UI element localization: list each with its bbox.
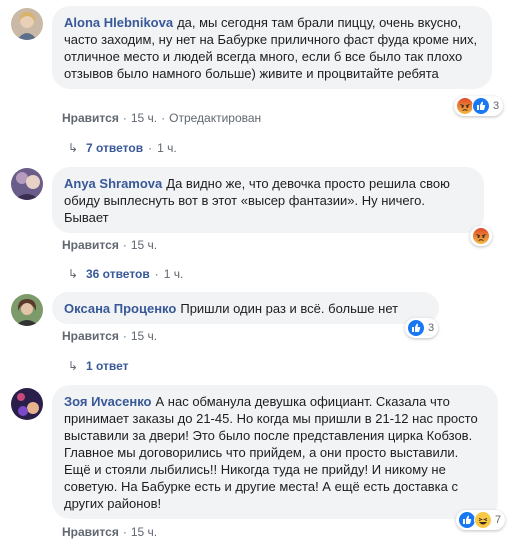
timestamp[interactable]: 15 ч.: [131, 111, 157, 125]
reaction-summary[interactable]: 7: [456, 510, 506, 530]
replies-count[interactable]: 1 ответ: [86, 359, 129, 373]
replies-link[interactable]: ↳ 36 ответов · 1 ч.: [68, 266, 183, 282]
replies-time: 1 ч.: [157, 141, 177, 155]
avatar[interactable]: [11, 168, 43, 200]
comment-bubble: Anya Shramova Да видно же, что девочка пр…: [52, 167, 484, 233]
comment-bubble: Зоя Иvaсенко А нас обманула девушка офици…: [52, 385, 498, 519]
reply-arrow-icon: ↳: [68, 359, 79, 373]
comment-bubble: Alona Hlebnikova да, мы сегодня там брали…: [52, 6, 492, 89]
timestamp[interactable]: 15 ч.: [131, 329, 157, 343]
replies-link[interactable]: ↳ 1 ответ: [68, 358, 129, 374]
replies-count[interactable]: 36 ответов: [86, 267, 150, 281]
avatar[interactable]: [11, 388, 43, 420]
comment-author[interactable]: Anya Shramova: [64, 176, 162, 191]
haha-icon: [474, 511, 492, 529]
comment-actions: Нравится · 15 ч.: [62, 525, 158, 539]
like-link[interactable]: Нравится: [62, 111, 119, 125]
comment-bubble: Оксана Проценко Пришли один раз и всё. бо…: [52, 292, 439, 324]
comment-actions: Нравится · 15 ч.: [62, 329, 158, 343]
reply-arrow-icon: ↳: [68, 267, 79, 281]
comment-author[interactable]: Alona Hlebnikova: [64, 15, 173, 30]
comment-text: Пришли один раз и всё. больше нет: [180, 301, 399, 316]
replies-link[interactable]: ↳ 7 ответов · 1 ч.: [68, 140, 177, 156]
like-icon: [472, 97, 490, 115]
replies-count[interactable]: 7 ответов: [86, 141, 143, 155]
timestamp[interactable]: 15 ч.: [131, 238, 157, 252]
comment-author[interactable]: Оксана Проценко: [64, 301, 176, 316]
comment-actions: Нравится · 15 ч.: [62, 238, 158, 252]
angry-icon: [472, 227, 490, 245]
reaction-count: 3: [493, 100, 500, 112]
comment-actions: Нравится · 15 ч. · Отредактирован: [62, 111, 262, 125]
reaction-count: 3: [428, 322, 435, 334]
reaction-count: 7: [495, 514, 502, 526]
timestamp[interactable]: 15 ч.: [131, 525, 157, 539]
avatar[interactable]: [11, 294, 43, 326]
replies-time: 1 ч.: [163, 267, 184, 281]
reaction-summary[interactable]: 3: [405, 318, 439, 338]
like-link[interactable]: Нравится: [62, 525, 119, 539]
avatar[interactable]: [11, 8, 43, 40]
reply-arrow-icon: ↳: [68, 141, 79, 155]
edited-label[interactable]: Отредактирован: [169, 111, 261, 125]
reaction-summary[interactable]: [470, 226, 492, 246]
comment-author[interactable]: Зоя Иvaсенко: [64, 394, 152, 409]
like-link[interactable]: Нравится: [62, 329, 119, 343]
like-icon: [407, 319, 425, 337]
like-link[interactable]: Нравится: [62, 238, 119, 252]
reaction-summary[interactable]: 3: [454, 96, 504, 116]
comment-text: А нас обманула девушка официант. Сказала…: [64, 394, 478, 511]
